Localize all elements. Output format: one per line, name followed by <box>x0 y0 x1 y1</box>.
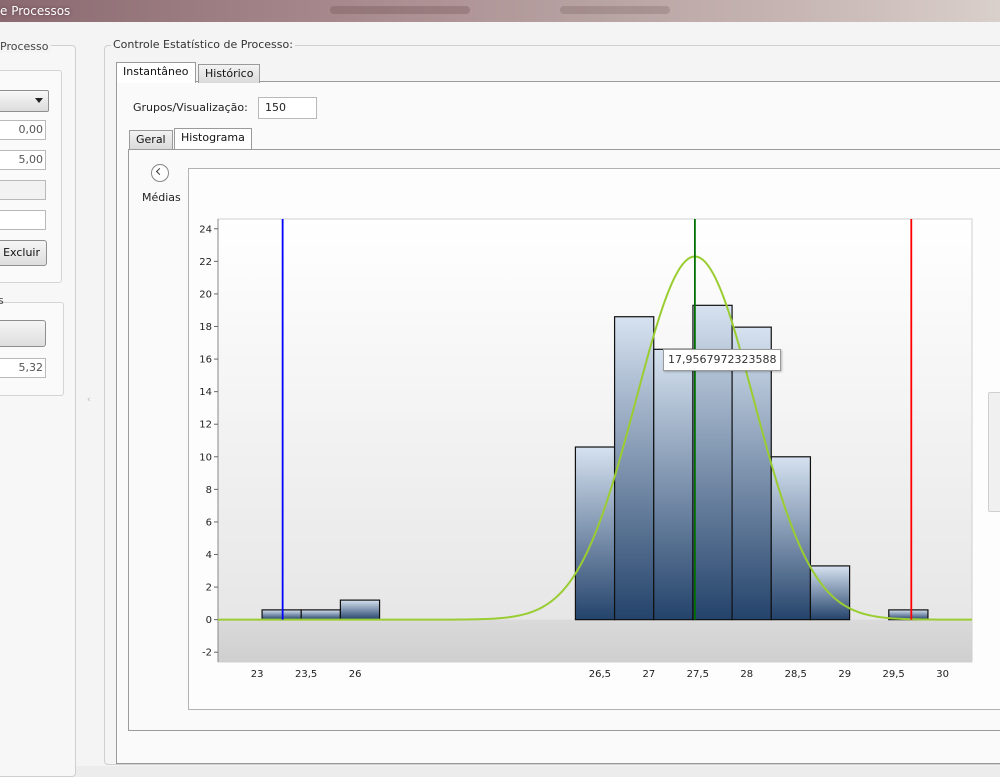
x-tick-label: 29 <box>838 669 851 680</box>
x-tick-label: 26,5 <box>589 669 611 680</box>
y-tick-label: -2 <box>202 648 212 659</box>
window-titlebar: e Processos <box>0 0 1000 22</box>
x-tick-label: 26 <box>349 669 362 680</box>
x-tick-label: 28 <box>740 669 753 680</box>
y-tick-label: 10 <box>199 452 212 463</box>
bar-value-tooltip: 17,9567972323588 <box>663 349 782 371</box>
x-tick-label: 30 <box>936 669 949 680</box>
title-blur-2 <box>560 6 670 14</box>
client-area: Processo 0,00 5,00 Excluir s 5,32 ‹ Cont… <box>0 22 1000 777</box>
x-tick-label: 23,5 <box>295 669 317 680</box>
histogram-bar <box>731 326 772 621</box>
y-tick-label: 20 <box>199 289 212 300</box>
y-tick-label: 4 <box>206 550 212 561</box>
y-tick-label: 22 <box>199 257 212 268</box>
y-tick-label: 12 <box>199 420 212 431</box>
y-tick-label: 8 <box>206 485 212 496</box>
x-tick-label: 27,5 <box>687 669 709 680</box>
y-tick-label: 2 <box>206 583 212 594</box>
histogram-bar <box>300 609 342 621</box>
histogram-bar <box>339 599 381 621</box>
y-tick-label: 0 <box>206 615 212 626</box>
x-tick-label: 23 <box>251 669 264 680</box>
histogram-chart: -202468101214161820222423 23,5 26 26,5 27 27,… <box>199 218 973 680</box>
y-tick-label: 14 <box>199 387 212 398</box>
x-tick-label: 27 <box>642 669 655 680</box>
below-zero-band <box>218 619 972 662</box>
x-tick-label: 28,5 <box>785 669 807 680</box>
histogram-bar <box>653 348 694 621</box>
y-tick-label: 6 <box>206 517 212 528</box>
title-blur-1 <box>330 6 470 14</box>
histogram-bar <box>261 609 302 621</box>
window-title: e Processos <box>0 4 71 18</box>
histogram-bar <box>613 316 655 621</box>
y-tick-label: 18 <box>199 322 212 333</box>
y-tick-label: 24 <box>199 224 212 235</box>
y-tick-label: 16 <box>199 355 212 366</box>
x-tick-label: 29,5 <box>883 669 905 680</box>
